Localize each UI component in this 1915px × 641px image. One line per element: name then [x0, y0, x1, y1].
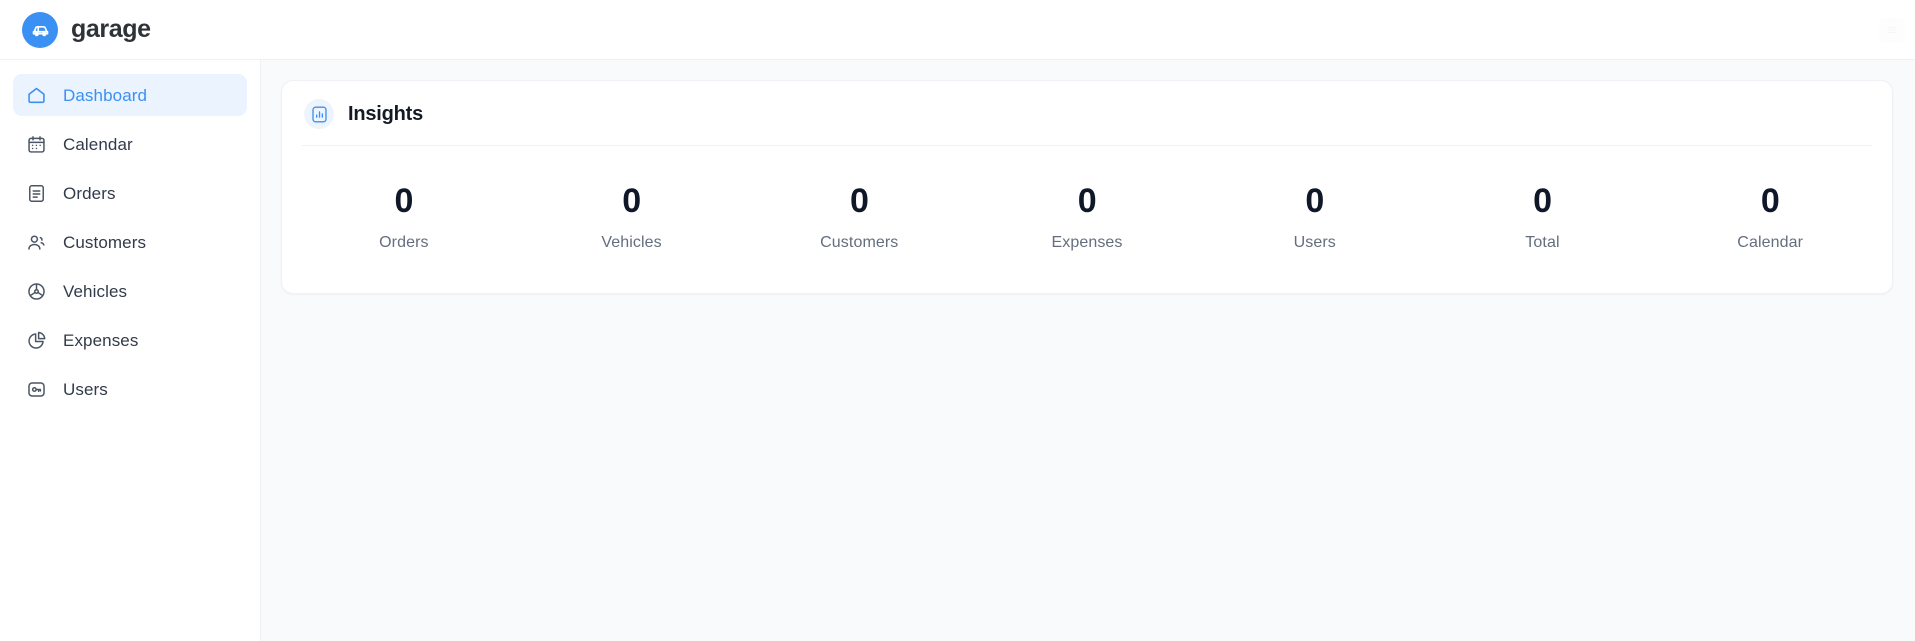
sidebar-item-users[interactable]: Users: [13, 368, 247, 410]
sidebar-item-label: Dashboard: [63, 85, 148, 105]
stat-value: 0: [849, 182, 869, 220]
stat-value: 0: [1077, 182, 1097, 220]
stat-orders[interactable]: 0 Orders: [290, 184, 518, 251]
page-title: Insights: [348, 103, 424, 125]
stat-label: Customers: [820, 234, 899, 251]
stat-value: 0: [1760, 182, 1780, 220]
pie-chart-icon: [25, 329, 47, 351]
brand-name: garage: [71, 15, 151, 43]
sidebar-item-customers[interactable]: Customers: [13, 221, 247, 263]
stat-value: 0: [1533, 182, 1552, 220]
stat-vehicles[interactable]: 0 Vehicles: [518, 184, 746, 251]
sidebar-item-vehicles[interactable]: Vehicles: [13, 270, 247, 312]
top-header-bar: garage: [0, 0, 1915, 60]
document-icon: [25, 182, 47, 204]
stat-label: Calendar: [1737, 234, 1804, 251]
car-icon: [22, 11, 58, 48]
stat-label: Orders: [379, 234, 429, 251]
stat-expenses[interactable]: 0 Expenses: [973, 184, 1201, 251]
sidebar-item-label: Vehicles: [63, 281, 128, 301]
stat-label: Total: [1525, 234, 1560, 251]
users-icon: [25, 231, 47, 253]
menu-icon[interactable]: [1879, 16, 1905, 43]
stat-label: Users: [1293, 234, 1336, 251]
stat-value: 0: [622, 182, 641, 220]
sidebar-item-label: Expenses: [63, 330, 139, 350]
stat-customers[interactable]: 0 Customers: [745, 184, 973, 251]
stat-total[interactable]: 0 Total: [1429, 184, 1657, 251]
sidebar-item-label: Orders: [63, 183, 116, 203]
key-badge-icon: [25, 378, 47, 400]
app-root: garage Dashboard Calendar Orders Custome…: [0, 0, 1915, 641]
insights-card-header: Insights: [282, 81, 1892, 145]
sidebar-item-label: Users: [63, 379, 108, 399]
main-content: Insights 0 Orders 0 Vehicles 0 Customers: [261, 60, 1915, 641]
insights-card: Insights 0 Orders 0 Vehicles 0 Customers: [281, 80, 1893, 294]
sidebar-item-dashboard[interactable]: Dashboard: [13, 74, 247, 116]
brand[interactable]: garage: [22, 11, 151, 48]
insights-stats-row: 0 Orders 0 Vehicles 0 Customers 0 Expens…: [282, 146, 1892, 293]
stat-label: Vehicles: [601, 234, 662, 251]
stat-calendar[interactable]: 0 Calendar: [1656, 184, 1884, 251]
home-icon: [25, 84, 47, 106]
stat-label: Expenses: [1051, 234, 1123, 251]
stat-value: 0: [1305, 182, 1325, 220]
sidebar-nav: Dashboard Calendar Orders Customers Vehi…: [0, 60, 261, 641]
stat-value: 0: [394, 182, 414, 220]
sidebar-item-label: Calendar: [63, 134, 133, 154]
sidebar-item-calendar[interactable]: Calendar: [13, 123, 247, 165]
calendar-icon: [25, 133, 47, 155]
bar-chart-icon: [304, 99, 334, 129]
body-split: Dashboard Calendar Orders Customers Vehi…: [0, 60, 1915, 641]
sidebar-item-expenses[interactable]: Expenses: [13, 319, 247, 361]
sidebar-item-label: Customers: [63, 232, 147, 252]
steering-wheel-icon: [25, 280, 47, 302]
stat-users[interactable]: 0 Users: [1201, 184, 1429, 251]
sidebar-item-orders[interactable]: Orders: [13, 172, 247, 214]
